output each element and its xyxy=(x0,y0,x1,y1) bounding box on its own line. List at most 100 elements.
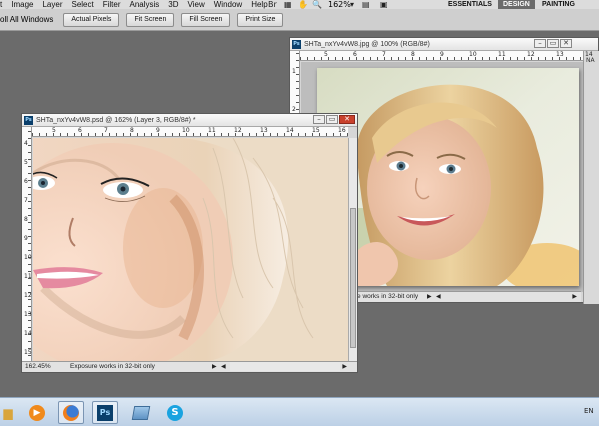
ruler-number: 8 xyxy=(411,51,415,58)
language-indicator[interactable]: EN xyxy=(584,407,594,415)
ruler-number: 13 xyxy=(260,127,268,134)
status-text: sure works in 32-bit only xyxy=(348,293,419,300)
panel-stub-label: NA xyxy=(586,57,595,64)
ruler-number: 11 xyxy=(24,273,32,280)
zoom-tool-icon[interactable]: 🔍 xyxy=(312,0,322,9)
side-panel-stub: NA xyxy=(583,51,599,304)
options-bar: oll All Windows Actual Pixels Fit Screen… xyxy=(0,9,599,31)
ruler-number: 5 xyxy=(24,159,28,166)
ruler-number: 8 xyxy=(130,127,134,134)
taskbar-photoshop[interactable]: Ps xyxy=(92,401,118,424)
scroll-right-icon[interactable]: ▶ xyxy=(572,292,577,302)
scroll-all-windows-label[interactable]: oll All Windows xyxy=(0,15,53,24)
arrange-documents-icon[interactable]: ▤ xyxy=(362,0,370,9)
ruler-number: 1 xyxy=(292,68,296,75)
ruler-number: 6 xyxy=(78,127,82,134)
ruler-number: 14 xyxy=(286,127,294,134)
close-icon[interactable]: ✕ xyxy=(339,115,355,124)
status-menu-arrow-icon[interactable]: ▶ xyxy=(212,362,217,372)
ruler-number: 5 xyxy=(52,127,56,134)
minimize-icon[interactable]: – xyxy=(534,39,546,48)
window-title: SHTa_nxYv4vW8.psd @ 162% (Layer 3, RGB/8… xyxy=(36,117,196,124)
ruler-number: 4 xyxy=(24,140,28,147)
window-titlebar[interactable]: Ps SHTa_nxYv4vW8.psd @ 162% (Layer 3, RG… xyxy=(22,114,357,127)
hand-tool-icon[interactable]: ✋ xyxy=(298,0,308,9)
taskbar-firefox[interactable] xyxy=(58,401,84,424)
fill-screen-button[interactable]: Fill Screen xyxy=(181,12,231,27)
ruler-number: 7 xyxy=(104,127,108,134)
status-menu-arrow-icon[interactable]: ▶ xyxy=(427,292,432,302)
restore-icon[interactable]: ▭ xyxy=(547,39,559,48)
fit-screen-button[interactable]: Fit Screen xyxy=(126,12,175,27)
ruler-number: 10 xyxy=(182,127,190,134)
restore-icon[interactable]: ▭ xyxy=(326,115,338,124)
ruler-number: 7 xyxy=(24,197,28,204)
bridge-icon[interactable]: Br xyxy=(268,0,277,9)
workspace-design[interactable]: DESIGN xyxy=(498,0,535,9)
ruler-number: 9 xyxy=(156,127,160,134)
document-window-psd[interactable]: Ps SHTa_nxYv4vW8.psd @ 162% (Layer 3, RG… xyxy=(21,113,358,373)
window-titlebar[interactable]: Ps SHTa_nxYv4vW8.jpg @ 100% (RGB/8#) – ▭… xyxy=(290,38,598,51)
zoom-level[interactable]: 162% xyxy=(328,0,351,9)
ruler-number: 9 xyxy=(24,235,28,242)
ruler-number: 13 xyxy=(24,311,32,318)
minimize-icon[interactable]: – xyxy=(313,115,325,124)
ruler-number: 6 xyxy=(353,51,357,58)
files-icon xyxy=(131,405,151,420)
close-icon[interactable]: ✕ xyxy=(560,39,572,48)
workspace-painting[interactable]: PAINTING xyxy=(537,0,580,9)
menu-item-analysis[interactable]: Analysis xyxy=(130,0,160,9)
ruler-number: 13 xyxy=(556,51,564,58)
photoshop-icon: Ps xyxy=(97,404,113,421)
menu-item-3d[interactable]: 3D xyxy=(168,0,178,9)
chevron-down-icon[interactable]: ▾ xyxy=(350,0,354,9)
photoshop-doc-icon: Ps xyxy=(24,116,33,125)
menu-item-window[interactable]: Window xyxy=(214,0,242,9)
horizontal-scrollbar[interactable] xyxy=(230,362,340,371)
vertical-scrollbar[interactable] xyxy=(348,138,357,363)
scroll-left-icon[interactable]: ◀ xyxy=(436,292,441,302)
print-size-button[interactable]: Print Size xyxy=(237,12,284,27)
ruler-number: 14 xyxy=(24,330,32,337)
taskbar-files[interactable] xyxy=(128,401,154,424)
status-bar: 162.45% Exposure works in 32-bit only ▶ … xyxy=(22,361,357,372)
window-title: SHTa_nxYv4vW8.jpg @ 100% (RGB/8#) xyxy=(304,41,430,48)
ruler-number: 12 xyxy=(527,51,535,58)
ruler-number: 10 xyxy=(24,254,32,261)
ruler-number: 15 xyxy=(312,127,320,134)
zoom-percentage[interactable]: 162.45% xyxy=(25,362,51,372)
menu-item-filter[interactable]: Filter xyxy=(103,0,121,9)
ruler-number: 16 xyxy=(338,127,346,134)
menu-item-select[interactable]: Select xyxy=(71,0,93,9)
menu-item-layer[interactable]: Layer xyxy=(42,0,62,9)
vertical-scroll-thumb[interactable] xyxy=(350,208,356,348)
ruler-number: 12 xyxy=(24,292,32,299)
ruler-number: 9 xyxy=(440,51,444,58)
taskbar-explorer[interactable]: ▆ xyxy=(0,401,16,424)
media-player-icon: ▶ xyxy=(29,404,45,421)
windows-taskbar: ▆ ▶ Ps S EN xyxy=(0,397,599,426)
ruler-number: 11 xyxy=(498,51,506,58)
ruler-number: 5 xyxy=(324,51,328,58)
ruler-number: 12 xyxy=(234,127,242,134)
canvas-painting[interactable] xyxy=(33,138,348,363)
taskbar-media-player[interactable]: ▶ xyxy=(24,401,50,424)
firefox-icon xyxy=(63,404,79,421)
menu-item-truncated[interactable]: t xyxy=(0,0,2,9)
menu-item-view[interactable]: View xyxy=(188,0,205,9)
screen-mode-icon[interactable]: ▣ xyxy=(380,0,388,9)
folder-icon: ▆ xyxy=(3,405,13,420)
ruler-number: 8 xyxy=(24,216,28,223)
menu-item-help[interactable]: Help xyxy=(251,0,267,9)
actual-pixels-button[interactable]: Actual Pixels xyxy=(63,12,120,27)
ruler-number: 6 xyxy=(24,178,28,185)
photoshop-doc-icon: Ps xyxy=(292,40,301,49)
ruler-number: 7 xyxy=(382,51,386,58)
minibridge-icon[interactable]: ▦ xyxy=(284,0,292,9)
scroll-right-icon[interactable]: ▶ xyxy=(342,362,347,372)
ruler-number: 14 xyxy=(585,51,593,58)
scroll-left-icon[interactable]: ◀ xyxy=(221,362,226,372)
workspace-essentials[interactable]: ESSENTIALS xyxy=(443,0,497,9)
menu-item-image[interactable]: Image xyxy=(11,0,33,9)
taskbar-skype[interactable]: S xyxy=(162,401,188,424)
